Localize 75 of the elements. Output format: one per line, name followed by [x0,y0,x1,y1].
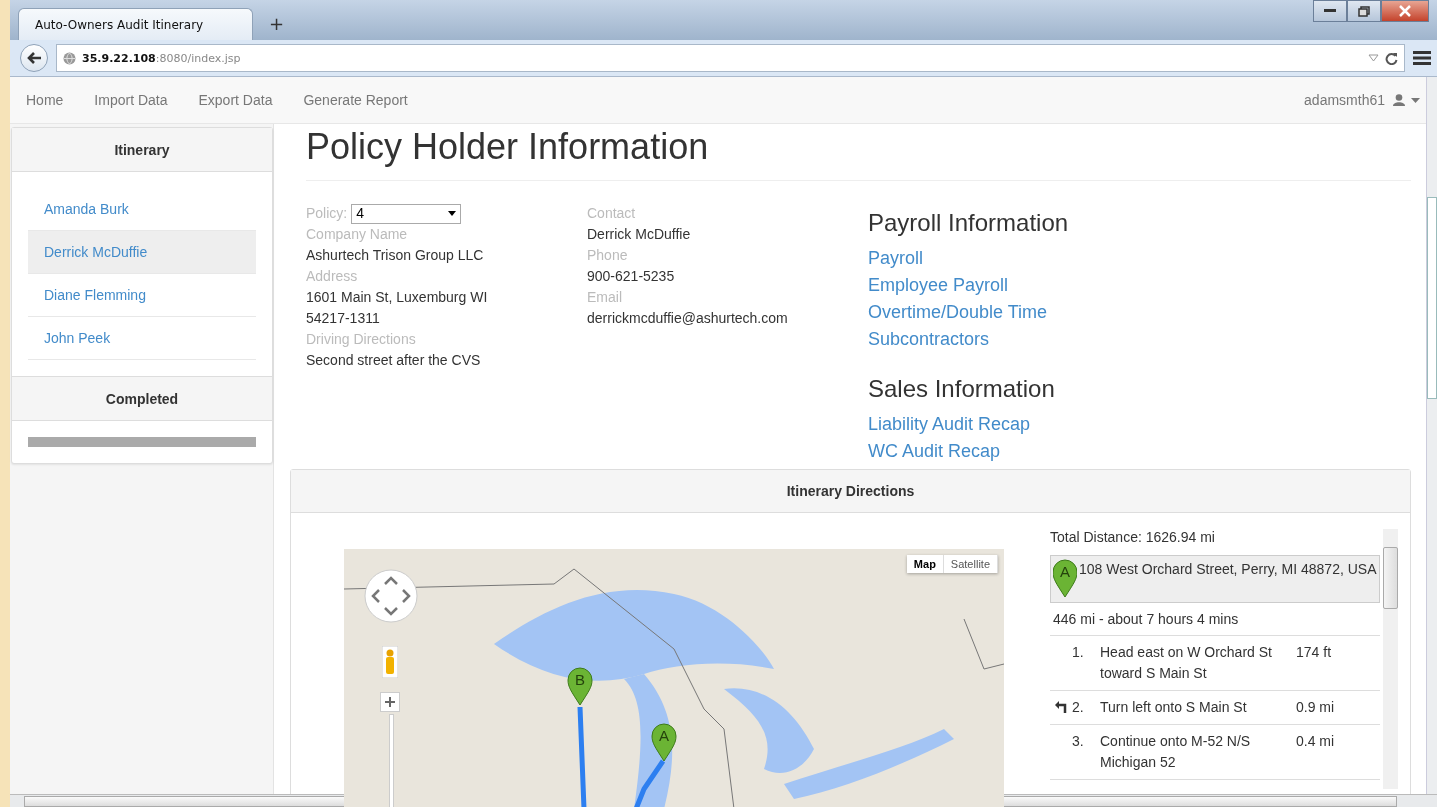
field-value: Second street after the CVS [306,351,482,370]
turn-left-icon [1055,701,1067,713]
nav-link[interactable]: Import Data [84,92,178,108]
section-heading: Sales Information [868,375,1056,403]
field-value: Derrick McDuffie [587,225,692,244]
scrollbar[interactable] [1426,77,1437,794]
field-value: 1601 Main St, Luxemburg WI 54217-1311 [306,288,489,328]
step-instruction: Head east on W Orchard St toward S Main St [1100,643,1273,683]
sales-link[interactable]: WC Audit Recap [868,438,1069,465]
minimize-button[interactable] [1313,0,1347,22]
restore-icon [1358,5,1370,17]
field-label: Contact [587,204,637,223]
map-marker[interactable]: B [567,667,593,706]
nav-link[interactable]: Home [16,92,74,108]
step-distance: 0.9 mi [1296,698,1336,717]
start-location: A 108 West Orchard Street, Perry, MI 48872, USA [1050,555,1380,603]
globe-icon [63,51,76,65]
menu-icon[interactable] [1413,51,1431,65]
step-number: 2. [1072,698,1085,717]
itinerary-item[interactable]: Diane Flemming [28,274,256,317]
route-summary: 446 mi - about 7 hours 4 mins [1050,603,1380,636]
step-instruction: Turn left onto S Main St [1100,698,1248,717]
field-value: derrickmcduffie@ashurtech.com [587,309,789,328]
payroll-link[interactable]: Subcontractors [868,326,1069,353]
username[interactable]: adamsmth61 [1304,92,1385,108]
itinerary-item[interactable]: John Peek [28,317,256,360]
map-type-button[interactable]: Satellite [943,555,998,573]
nav-link[interactable]: Export Data [188,92,283,108]
map-type-button[interactable]: Map [906,555,944,573]
step-number: 3. [1072,732,1085,751]
pan-control-icon[interactable] [364,569,418,623]
map-marker: A [1053,559,1077,599]
field-value: 900-621-5235 [587,267,676,286]
user-icon[interactable] [1393,94,1405,106]
field-label: Company Name [306,225,409,244]
address-bar[interactable]: 35.9.22.108:8080/index.jsp [56,44,1405,72]
sales-link[interactable]: Liability Audit Recap [868,411,1069,438]
field-label: Policy: [306,204,348,223]
field-label: Phone [587,246,629,265]
maximize-button[interactable] [1347,0,1381,22]
caret-icon[interactable] [1411,97,1420,103]
nav-link[interactable]: Generate Report [293,92,418,108]
step-number: 1. [1072,643,1085,662]
scrollbar[interactable] [1383,529,1398,789]
map-marker[interactable]: A [651,723,677,762]
dropdown-arrow-icon[interactable] [1368,54,1379,62]
payroll-link[interactable]: Overtime/Double Time [868,299,1069,326]
payroll-link[interactable]: Employee Payroll [868,272,1069,299]
close-icon [1399,5,1411,17]
reload-icon[interactable] [1385,51,1398,65]
new-tab-button[interactable]: + [265,13,289,34]
zoom-in-button[interactable] [380,692,400,712]
back-arrow-icon [26,51,42,65]
field-label: Address [306,267,359,286]
panel-heading: Completed [12,376,272,421]
step-instruction: Continue onto M-52 N/S Michigan 52 [1100,732,1252,772]
field-value: Ashurtech Trison Group LLC [306,246,485,265]
policy-select[interactable]: 4 [351,203,462,224]
total-distance: Total Distance: 1626.94 mi [1050,529,1216,547]
step-distance: 174 ft [1296,643,1333,662]
panel-heading: Itinerary [12,128,272,172]
section-heading: Payroll Information [868,209,1069,237]
panel-heading: Itinerary Directions [291,470,1410,513]
caret-icon [448,211,457,216]
plus-icon [385,697,395,707]
field-label: Driving Directions [306,330,417,349]
close-button[interactable] [1381,0,1429,22]
payroll-link[interactable]: Payroll [868,245,1069,272]
back-button[interactable] [20,44,48,72]
step-distance: 0.4 mi [1296,732,1336,751]
page-title: Policy Holder Information [306,126,1411,181]
field-label: Email [587,288,623,307]
browser-tab[interactable]: Auto-Owners Audit Itinerary [18,8,253,40]
minimize-icon [1324,9,1336,13]
itinerary-item[interactable]: Derrick McDuffie [28,231,256,274]
